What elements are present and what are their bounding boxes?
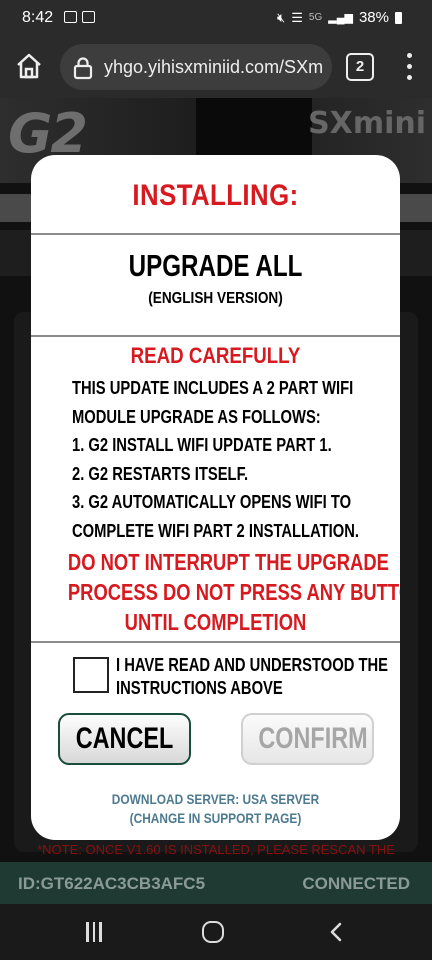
connection-status: CONNECTED bbox=[302, 874, 410, 893]
instruction-line: COMPLETE WIFI PART 2 INSTALLATION. bbox=[72, 520, 359, 541]
hero-brand: SXmini bbox=[308, 106, 426, 141]
warning-line: PROCESS DO NOT PRESS ANY BUTTON bbox=[67, 579, 400, 605]
more-vert-icon[interactable] bbox=[403, 50, 415, 84]
instruction-line: THIS UPDATE INCLUDES A 2 PART WIFI bbox=[72, 378, 354, 398]
warning-line: DO NOT INTERRUPT THE UPGRADE bbox=[67, 549, 389, 575]
acknowledge-row[interactable]: I HAVE READ AND UNDERSTOOD THE INSTRUCTI… bbox=[71, 654, 391, 702]
mute-icon: 🔇︎ bbox=[277, 9, 286, 25]
confirm-button[interactable]: CONFIRM bbox=[241, 713, 374, 765]
bg-menu-button bbox=[398, 194, 432, 222]
upgrade-name: UPGRADE ALL bbox=[128, 248, 303, 283]
instructions: THIS UPDATE INCLUDES A 2 PART WIFI MODUL… bbox=[72, 374, 372, 545]
read-carefully-heading: READ CAREFULLY bbox=[130, 343, 301, 368]
bg-home-button bbox=[0, 194, 32, 222]
divider bbox=[31, 233, 400, 235]
rescan-note: *NOTE: ONCE V1.60 IS INSTALLED, PLEASE R… bbox=[37, 842, 395, 857]
acknowledge-label-line[interactable]: I HAVE READ AND UNDERSTOOD THE bbox=[116, 654, 388, 677]
notification-icons bbox=[64, 11, 95, 23]
status-right: 🔇︎ ☰ 5G ▂▄▆ 38% bbox=[277, 9, 402, 26]
cancel-button[interactable]: CANCEL bbox=[58, 713, 191, 765]
confirm-button-label[interactable]: CONFIRM bbox=[258, 715, 367, 763]
signal-icon: ▂▄▆ bbox=[328, 12, 353, 24]
install-dialog: INSTALLING: UPGRADE ALL (ENGLISH VERSION… bbox=[31, 155, 400, 840]
device-status-bar: ID:GT622AC3CB3AFC5 CONNECTED bbox=[0, 862, 432, 904]
wifi-icon: ☰ bbox=[291, 9, 303, 25]
cancel-button-label[interactable]: CANCEL bbox=[76, 715, 174, 763]
status-time: 8:42 bbox=[22, 9, 54, 26]
acknowledge-checkbox[interactable] bbox=[73, 657, 109, 693]
instruction-line: 1. G2 INSTALL WIFI UPDATE PART 1. bbox=[72, 435, 332, 455]
nav-recent-icon[interactable] bbox=[84, 922, 104, 942]
battery-icon bbox=[395, 11, 402, 24]
server-line: (CHANGE IN SUPPORT PAGE) bbox=[129, 810, 302, 826]
download-server-info: DOWNLOAD SERVER: USA SERVER (CHANGE IN S… bbox=[31, 790, 400, 828]
tab-switcher-button[interactable]: 2 bbox=[346, 53, 374, 81]
status-bar: 8:42 🔇︎ ☰ 5G ▂▄▆ 38% bbox=[0, 0, 432, 36]
system-nav-bar bbox=[0, 904, 432, 960]
warning-text: DO NOT INTERRUPT THE UPGRADE PROCESS DO … bbox=[31, 547, 400, 637]
upgrade-version: (ENGLISH VERSION) bbox=[148, 290, 283, 307]
lock-icon[interactable] bbox=[72, 56, 94, 80]
home-icon[interactable] bbox=[14, 51, 44, 81]
instruction-line: MODULE UPGRADE AS FOLLOWS: bbox=[72, 406, 321, 427]
instruction-line: 2. G2 RESTARTS ITSELF. bbox=[72, 463, 249, 484]
network-type: 5G bbox=[308, 12, 323, 23]
instruction-line: 3. G2 AUTOMATICALLY OPENS WIFI TO bbox=[72, 492, 352, 512]
warning-line: UNTIL COMPLETION bbox=[124, 609, 307, 635]
dialog-title: INSTALLING: bbox=[132, 179, 299, 212]
address-bar[interactable]: yhgo.yihisxminiid.com/SXm bbox=[60, 44, 332, 90]
browser-toolbar: yhgo.yihisxminiid.com/SXm 2 bbox=[0, 36, 432, 98]
nav-back-icon[interactable] bbox=[326, 921, 348, 943]
acknowledge-label[interactable]: I HAVE READ AND UNDERSTOOD THE INSTRUCTI… bbox=[116, 654, 400, 700]
divider bbox=[31, 641, 400, 643]
device-id: ID:GT622AC3CB3AFC5 bbox=[18, 874, 206, 893]
mail-icon bbox=[64, 11, 77, 23]
nav-home-icon[interactable] bbox=[202, 921, 224, 943]
url-text[interactable]: yhgo.yihisxminiid.com/SXm bbox=[104, 57, 323, 78]
divider bbox=[31, 335, 400, 337]
acknowledge-label-line[interactable]: INSTRUCTIONS ABOVE bbox=[116, 677, 362, 700]
image-icon bbox=[82, 11, 95, 23]
server-line: DOWNLOAD SERVER: USA SERVER bbox=[111, 791, 320, 807]
battery-percent: 38% bbox=[358, 9, 389, 26]
